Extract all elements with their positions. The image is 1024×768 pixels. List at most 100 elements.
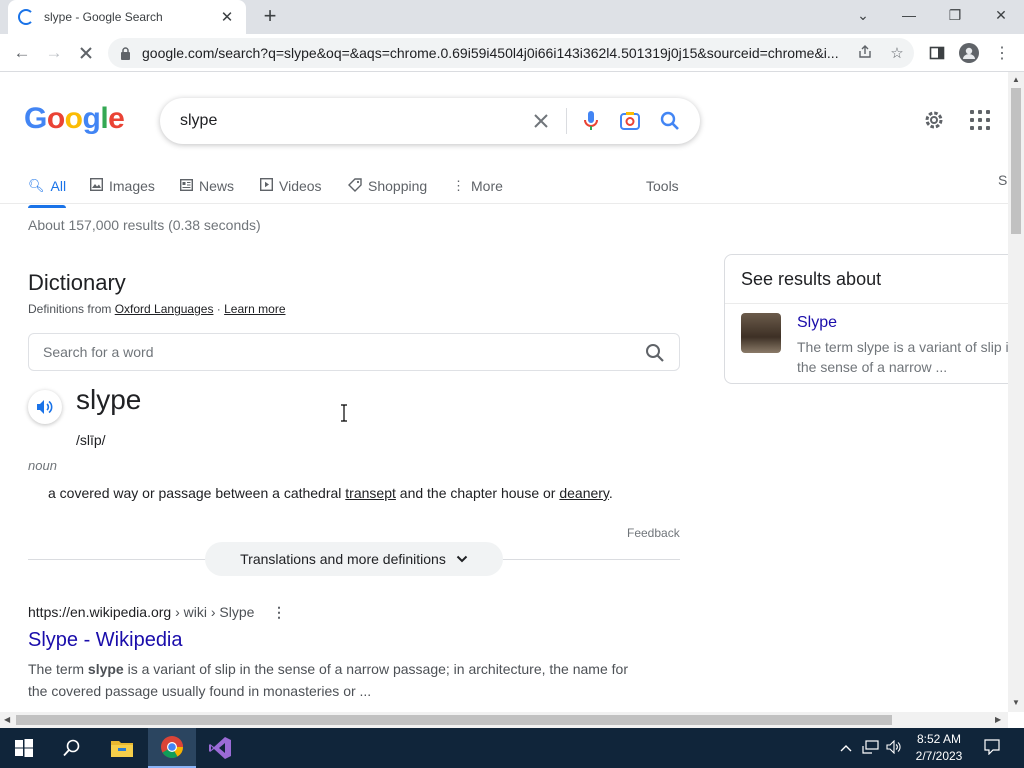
dictionary-word: slype [76, 384, 142, 415]
show-hidden-icons-chevron-icon[interactable] [840, 740, 852, 755]
tab-title: slype - Google Search [44, 10, 163, 24]
scroll-down-arrow-icon[interactable]: ▼ [1012, 698, 1020, 707]
scroll-up-arrow-icon[interactable]: ▲ [1012, 75, 1020, 84]
side-panel-icon[interactable] [926, 42, 948, 64]
voice-search-icon[interactable] [580, 110, 602, 132]
result-options-icon[interactable]: ⋮ [272, 604, 286, 621]
taskbar-search-button[interactable] [48, 728, 96, 768]
tools-button[interactable]: Tools [646, 168, 679, 204]
newspaper-icon [179, 178, 194, 194]
definition-part: a covered way or passage between a cathe… [48, 485, 346, 501]
search-box[interactable]: slype [160, 98, 700, 144]
snippet-part: The term [28, 661, 88, 677]
address-bar[interactable]: google.com/search?q=slype&oq=&aqs=chrome… [108, 38, 914, 68]
speaker-icon [37, 400, 53, 414]
panel-divider [725, 303, 1008, 304]
scroll-left-arrow-icon[interactable]: ◀ [4, 715, 10, 724]
search-submit-icon[interactable] [659, 110, 681, 132]
oxford-languages-link[interactable]: Oxford Languages [115, 302, 214, 316]
notifications-icon[interactable] [984, 739, 1000, 758]
source-prefix: Definitions from [28, 302, 115, 316]
learn-more-link[interactable]: Learn more [224, 302, 285, 316]
tab-news[interactable]: News [179, 168, 235, 204]
stop-icon [80, 47, 92, 59]
windows-logo-icon [15, 739, 33, 757]
more-vert-icon: ⋮ [452, 178, 465, 193]
new-tab-button[interactable]: + [258, 5, 282, 29]
stop-loading-button[interactable] [73, 41, 99, 65]
forward-button[interactable]: → [41, 41, 67, 65]
panel-entity-link[interactable]: Slype [797, 314, 837, 332]
url-text[interactable]: google.com/search?q=slype&oq=&aqs=chrome… [142, 45, 842, 61]
clock-time: 8:52 AM [916, 732, 962, 746]
vertical-scroll-thumb[interactable] [1011, 88, 1021, 234]
profile-avatar-icon[interactable] [958, 42, 980, 64]
chrome-menu-icon[interactable]: ⋮ [991, 42, 1013, 64]
settings-gear-icon[interactable] [922, 108, 946, 132]
network-icon[interactable] [862, 740, 880, 757]
visual-studio-button[interactable] [196, 728, 244, 768]
horizontal-scroll-thumb[interactable] [16, 715, 892, 725]
slype-thumbnail[interactable] [741, 313, 781, 353]
text-cursor-icon [340, 404, 348, 422]
close-tab-icon[interactable]: ✕ [218, 8, 236, 26]
bookmark-star-icon[interactable]: ☆ [888, 44, 906, 62]
dictionary-heading: Dictionary [28, 270, 126, 295]
chrome-taskbar-button[interactable] [148, 728, 196, 768]
safe-search-edge-text[interactable]: S [998, 172, 1007, 188]
word-search-input[interactable]: Search for a word [28, 333, 680, 371]
lock-icon[interactable] [118, 46, 132, 60]
minimize-button[interactable]: — [886, 0, 932, 30]
clear-search-icon[interactable] [530, 110, 552, 132]
transept-link[interactable]: transept [345, 485, 396, 501]
folder-icon [111, 741, 133, 757]
start-button[interactable] [0, 728, 48, 768]
close-window-button[interactable]: ✕ [978, 0, 1024, 30]
panel-entity-description: The term slype is a variant of slip in t… [797, 339, 1008, 375]
cite-path: › wiki › Slype [171, 604, 255, 620]
search-icon: 🔍︎ [28, 178, 45, 193]
tab-news-label: News [199, 178, 235, 194]
image-icon [89, 177, 104, 194]
more-definitions-button[interactable]: Translations and more definitions [205, 542, 503, 576]
browser-tab[interactable]: slype - Google Search ✕ [8, 0, 246, 34]
search-divider [566, 108, 567, 134]
share-icon[interactable] [856, 44, 874, 62]
result-cite[interactable]: https://en.wikipedia.org › wiki › Slype [28, 604, 254, 620]
google-apps-icon[interactable] [970, 110, 990, 130]
volume-icon[interactable] [886, 739, 902, 757]
file-explorer-button[interactable] [98, 728, 146, 768]
tab-all[interactable]: 🔍︎ All [28, 168, 67, 208]
horizontal-scrollbar[interactable]: ◀ ▶ [0, 712, 1008, 728]
feedback-link[interactable]: Feedback [627, 526, 680, 540]
result-snippet: The term slype is a variant of slip in t… [28, 658, 648, 702]
windows-taskbar: 8:52 AM 2/7/2023 [0, 728, 1024, 768]
pronunciation-speaker-button[interactable] [28, 390, 62, 424]
tab-more[interactable]: ⋮ More [452, 168, 503, 204]
tab-search-icon[interactable]: ⌄ [840, 0, 886, 30]
panel-heading: See results about [741, 269, 882, 289]
deanery-link[interactable]: deanery [559, 485, 609, 501]
price-tag-icon [348, 177, 362, 195]
tab-images-label: Images [109, 178, 155, 194]
tab-videos-label: Videos [279, 178, 322, 194]
tab-all-label: All [50, 178, 67, 194]
lens-camera-icon[interactable] [619, 110, 641, 132]
system-clock[interactable]: 8:52 AM 2/7/2023 [908, 731, 970, 765]
restore-button[interactable]: ❐ [932, 0, 978, 30]
tab-images[interactable]: Images [89, 168, 155, 204]
scroll-right-arrow-icon[interactable]: ▶ [995, 715, 1001, 724]
phonetic-spelling: /slīp/ [76, 432, 106, 448]
result-title-link[interactable]: Slype - Wikipedia [28, 629, 183, 652]
source-separator: · [213, 302, 225, 316]
back-button[interactable]: ← [9, 41, 35, 65]
word-search-placeholder[interactable]: Search for a word [43, 344, 679, 360]
definition-part: and the chapter house or [395, 485, 560, 501]
tab-strip: slype - Google Search ✕ + ⌄ — ❐ ✕ [0, 0, 1024, 34]
tab-shopping[interactable]: Shopping [348, 168, 427, 204]
visual-studio-icon [209, 737, 231, 759]
vertical-scrollbar[interactable]: ▲ ▼ [1008, 72, 1024, 712]
tab-videos[interactable]: Videos [259, 168, 322, 204]
search-icon[interactable] [645, 343, 665, 363]
google-logo[interactable]: Google [24, 102, 125, 136]
